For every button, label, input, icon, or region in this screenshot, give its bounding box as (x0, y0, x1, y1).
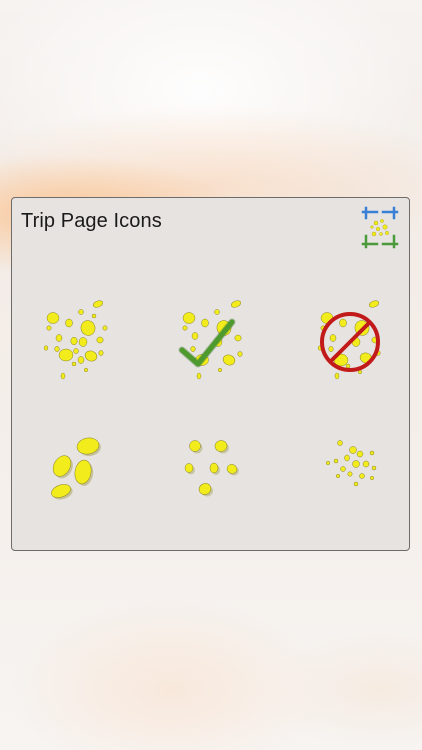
crop-frame-button[interactable] (359, 206, 401, 250)
trip-page-icons-panel: Trip Page Icons (11, 197, 410, 551)
footprints-checked-icon[interactable] (172, 298, 252, 388)
crop-frame-icon (361, 206, 399, 249)
panel-title: Trip Page Icons (21, 210, 162, 232)
footprints-prohibited-icon[interactable] (310, 298, 390, 388)
footprints-medium-icon[interactable] (172, 426, 252, 516)
footprints-large-icon[interactable] (36, 426, 116, 516)
footprints-scattered-icon[interactable] (36, 298, 116, 388)
footprints-small-icon[interactable] (310, 426, 390, 516)
